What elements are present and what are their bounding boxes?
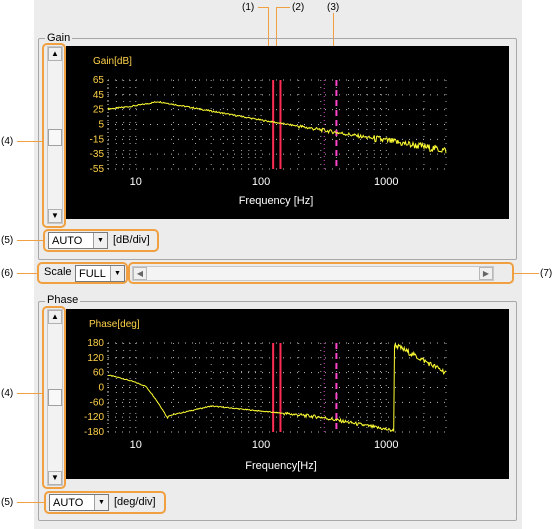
gain-x-tick-label: 10: [130, 176, 142, 188]
phase-plot-title: Phase[deg]: [89, 319, 140, 330]
chevron-down-icon[interactable]: ▼: [110, 266, 124, 281]
gain-cursors: [107, 80, 338, 169]
gain-y-tick-label: -55: [90, 164, 105, 175]
gain-y-tick-label: 45: [93, 90, 105, 101]
gain-y-tick-label: 65: [93, 75, 105, 86]
phase-y-tick-label: 0: [98, 383, 104, 394]
phase-group-title: Phase: [45, 294, 81, 306]
gain-y-tick-label: 25: [93, 105, 105, 116]
callout-5-gain-leader: [17, 240, 43, 241]
callout-4-gain-leader: [17, 141, 42, 142]
phase-plot: Phase[deg] 180 120 60 0 -60 -120 -180 10 100 100…: [66, 309, 509, 479]
phase-y-tick-label: 180: [87, 338, 104, 349]
phase-y-ticks: 180 120 60 0 -60 -120 -180: [84, 338, 104, 438]
gain-x-tick-label: 1000: [374, 176, 398, 188]
gain-x-tick-label: 100: [252, 176, 270, 188]
callout-7-leader: [514, 273, 539, 274]
phase-x-ticks: 10 100 1000: [130, 439, 399, 451]
phase-scrollbar-highlight: [42, 306, 66, 489]
scroll-left-icon[interactable]: ◀: [133, 267, 147, 280]
phase-xlabel: Frequency[Hz]: [245, 460, 317, 472]
horizontal-scrollbar[interactable]: ◀ ▶: [132, 266, 494, 281]
callout-7: (7): [540, 268, 553, 279]
gain-y-ticks: 65 45 25 5 -15 -35 -55: [90, 75, 105, 175]
callout-1: (1): [242, 2, 255, 13]
callout-5-phase-leader: [17, 502, 44, 503]
phase-y-tick-label: 120: [87, 353, 104, 364]
gain-plot: Gain[dB] 65 45 25 5 -15 -35 -55 10 100 1000 Freq…: [66, 46, 509, 219]
gain-xlabel: Frequency [Hz]: [239, 195, 314, 207]
callout-2: (2): [292, 2, 305, 13]
phase-y-tick-label: -120: [84, 412, 104, 423]
scale-label: Scale: [44, 266, 72, 278]
callout-5-gain: (5): [1, 235, 14, 246]
callout-6-leader: [17, 273, 37, 274]
gain-scale-highlight: [43, 229, 159, 252]
phase-grid: [107, 342, 447, 433]
callout-4-phase-leader: [17, 393, 42, 394]
phase-y-tick-label: -180: [84, 427, 104, 438]
phase-x-tick-label: 10: [130, 439, 142, 451]
callout-5-phase: (5): [1, 497, 14, 508]
phase-x-tick-label: 100: [252, 439, 270, 451]
gain-scrollbar-highlight: [42, 43, 66, 228]
gain-plot-title: Gain[dB]: [93, 56, 132, 67]
phase-y-tick-label: 60: [93, 368, 105, 379]
scroll-right-icon[interactable]: ▶: [479, 267, 493, 280]
phase-y-tick-label: -60: [90, 397, 105, 408]
gain-x-ticks: 10 100 1000: [130, 176, 399, 188]
gain-y-tick-label: -15: [90, 134, 105, 145]
scale-select[interactable]: FULL ▼: [75, 265, 125, 282]
callout-4-phase: (4): [1, 388, 14, 399]
gain-y-tick-label: -35: [90, 149, 105, 160]
callout-4-gain: (4): [1, 136, 14, 147]
phase-cursors: [107, 343, 338, 432]
callout-3: (3): [327, 2, 340, 13]
scale-value: FULL: [79, 268, 106, 280]
gain-grid: [107, 79, 447, 170]
phase-x-tick-label: 1000: [374, 439, 398, 451]
phase-scale-highlight: [44, 491, 166, 514]
callout-6: (6): [1, 268, 14, 279]
callout-2-leader: [276, 7, 290, 8]
gain-y-tick-label: 5: [98, 120, 104, 131]
